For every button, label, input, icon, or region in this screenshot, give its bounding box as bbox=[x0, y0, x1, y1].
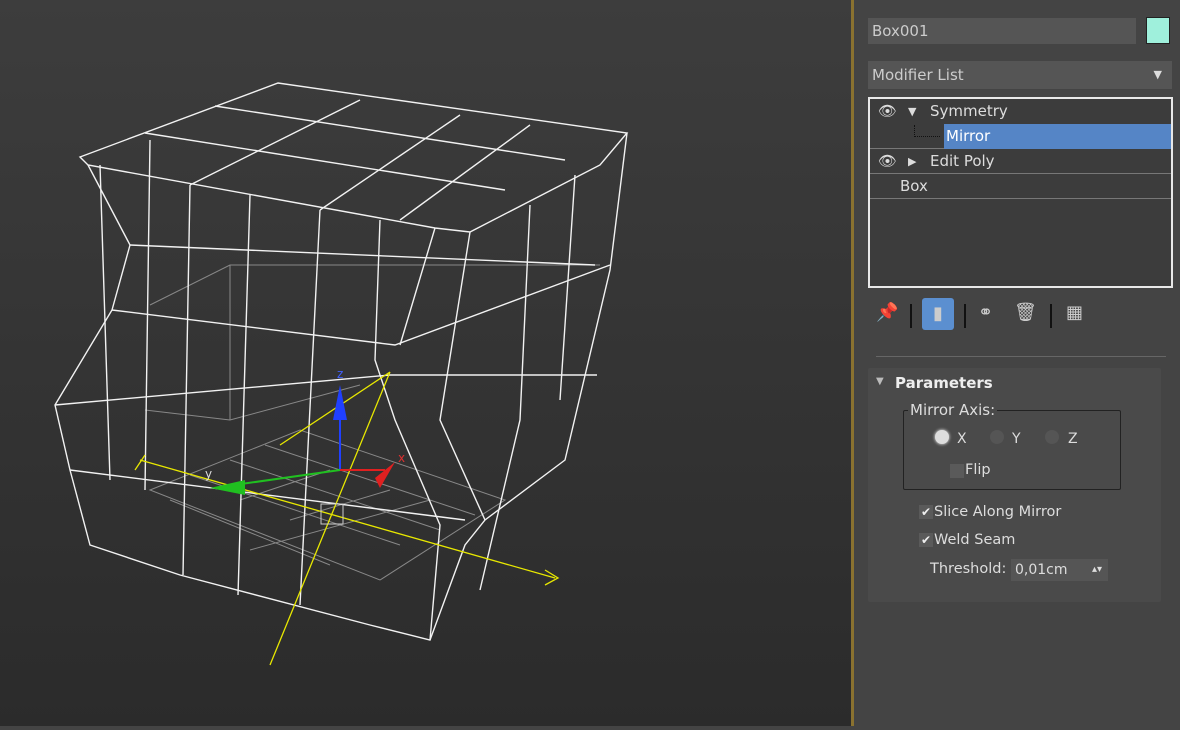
stack-item-label: Box bbox=[900, 177, 928, 195]
radio-x-label: X bbox=[957, 431, 967, 447]
weld-seam-checkbox[interactable]: ✔ bbox=[919, 533, 933, 547]
separator bbox=[910, 304, 912, 328]
modifier-stack[interactable]: 👁 ▼ Symmetry Mirror 👁 ▶ Edit Poly Box bbox=[868, 97, 1173, 288]
modifier-list-label: Modifier List bbox=[872, 66, 964, 84]
threshold-label: Threshold: bbox=[930, 561, 1007, 577]
parameters-rollout: ▼ Parameters Mirror Axis: X Y Z Flip ✔ S… bbox=[868, 368, 1161, 602]
weld-seam-label: Weld Seam bbox=[934, 532, 1016, 548]
mesh-edges bbox=[54, 82, 629, 641]
y-axis-label: y bbox=[205, 467, 212, 481]
spinner-arrows-icon[interactable]: ▴▾ bbox=[1092, 559, 1102, 581]
stack-item-symmetry[interactable]: 👁 ▼ Symmetry Mirror bbox=[870, 99, 1171, 149]
grid bbox=[144, 264, 600, 581]
radio-y[interactable] bbox=[990, 430, 1004, 444]
radio-y-label: Y bbox=[1012, 431, 1021, 447]
configure-modifier-sets-icon[interactable]: ▦ bbox=[1066, 302, 1083, 323]
modifier-list-dropdown[interactable]: Modifier List ▼ bbox=[868, 61, 1172, 89]
radio-z-label: Z bbox=[1068, 431, 1078, 447]
stack-item-edit-poly[interactable]: 👁 ▶ Edit Poly bbox=[870, 149, 1171, 174]
make-unique-icon[interactable]: ⚭ bbox=[978, 302, 993, 323]
eye-icon[interactable]: 👁 bbox=[878, 149, 897, 174]
slice-along-mirror-checkbox[interactable]: ✔ bbox=[919, 505, 933, 519]
stack-subitem-mirror[interactable]: Mirror bbox=[944, 124, 1171, 149]
remove-modifier-icon[interactable]: 🗑 bbox=[1014, 302, 1037, 323]
tree-connector bbox=[914, 125, 940, 137]
mirror-axis-group bbox=[903, 410, 1121, 490]
triangle-down-icon[interactable]: ▼ bbox=[908, 99, 916, 124]
rollout-title[interactable]: Parameters bbox=[895, 374, 993, 392]
radio-x[interactable] bbox=[935, 430, 949, 444]
threshold-value: 0,01cm bbox=[1015, 562, 1068, 578]
radio-z[interactable] bbox=[1045, 430, 1059, 444]
x-axis-label: x bbox=[398, 451, 405, 465]
eye-icon[interactable]: 👁 bbox=[878, 99, 897, 124]
show-end-result-icon[interactable]: ▮ bbox=[922, 298, 954, 330]
threshold-spinner[interactable]: 0,01cm ▴▾ bbox=[1011, 559, 1108, 581]
stack-item-label: Symmetry bbox=[930, 102, 1008, 120]
triangle-down-icon[interactable]: ▼ bbox=[876, 376, 884, 387]
flip-checkbox[interactable] bbox=[950, 464, 964, 478]
splitter[interactable] bbox=[876, 356, 1166, 357]
viewport-perspective[interactable]: z y x bbox=[0, 0, 851, 726]
triangle-right-icon[interactable]: ▶ bbox=[908, 149, 916, 174]
mirror-axis-label: Mirror Axis: bbox=[908, 401, 998, 419]
object-name-field[interactable]: Box001 bbox=[868, 18, 1136, 44]
flip-label: Flip bbox=[965, 462, 991, 478]
slice-along-mirror-label: Slice Along Mirror bbox=[934, 504, 1062, 520]
separator bbox=[964, 304, 966, 328]
wireframe-mesh: z y x bbox=[54, 82, 629, 666]
chevron-down-icon: ▼ bbox=[1153, 68, 1162, 81]
stack-item-label: Edit Poly bbox=[930, 152, 995, 170]
stack-item-box[interactable]: Box bbox=[870, 174, 1171, 199]
stack-toolbar: 📌 ▮ ⚭ 🗑 ▦ bbox=[868, 298, 1168, 332]
z-axis-label: z bbox=[337, 367, 343, 381]
object-color-swatch[interactable] bbox=[1146, 17, 1170, 44]
separator bbox=[1050, 304, 1052, 328]
pin-stack-icon[interactable]: 📌 bbox=[876, 302, 898, 323]
command-panel-modify: Box001 Modifier List ▼ 👁 ▼ Symmetry Mirro… bbox=[854, 0, 1180, 726]
